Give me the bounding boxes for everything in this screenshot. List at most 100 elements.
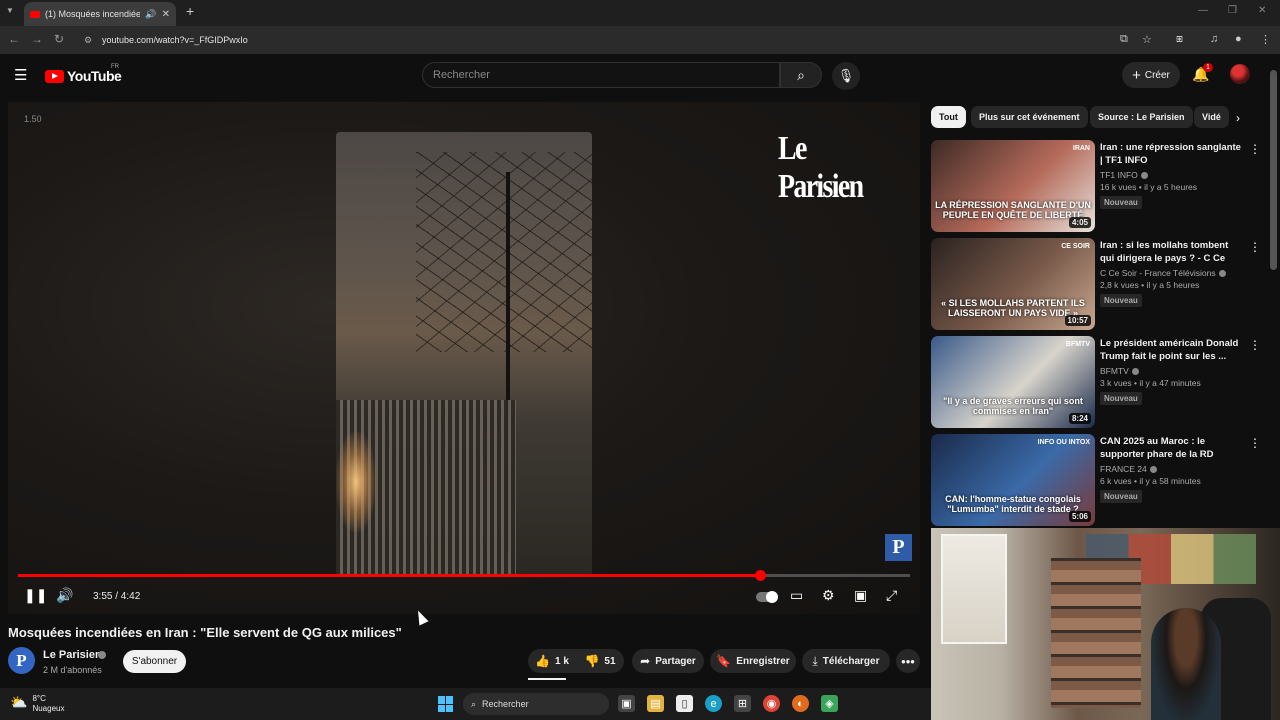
video-thumbnail[interactable]: IRAN LA RÉPRESSION SANGLANTE D'UN PEUPLE … (931, 140, 1095, 232)
close-window-icon[interactable]: ✕ (1258, 5, 1266, 16)
media-icon[interactable]: ♫ (1210, 33, 1218, 45)
speaker-icon[interactable]: 🔊 (145, 9, 156, 20)
recommended-video[interactable]: CE SOIR « SI LES MOLLAHS PARTENT ILS LAIS… (931, 238, 1266, 330)
region-code: FR (111, 64, 119, 70)
close-tab-icon[interactable]: ✕ (162, 9, 170, 20)
kebab-menu-icon[interactable]: ⋮ (1249, 436, 1261, 450)
autoplay-toggle[interactable] (756, 591, 778, 603)
notepad-icon[interactable]: ▯ (676, 695, 693, 712)
maximize-icon[interactable]: ❐ (1228, 5, 1237, 16)
channel-avatar[interactable]: P (8, 647, 35, 674)
recommended-video[interactable]: INFO OU INTOX CAN: l'homme-statue congola… (931, 434, 1266, 526)
hamburger-menu-icon[interactable]: ☰ (14, 66, 27, 84)
thumbnail-channel-tag: IRAN (1072, 145, 1090, 152)
minimize-icon[interactable]: — (1198, 5, 1208, 16)
share-button[interactable]: ➦ Partager (632, 649, 704, 673)
cast-icon[interactable]: ⧉ (1120, 33, 1128, 46)
task-view-icon[interactable]: ▣ (618, 695, 635, 712)
chip-videos[interactable]: Vidé (1194, 106, 1229, 128)
taskbar-search[interactable]: ⌕ Rechercher (463, 693, 609, 715)
app-icon[interactable]: ◈ (821, 695, 838, 712)
video-thumbnail[interactable]: BFMTV "Il y a de graves erreurs qui sont … (931, 336, 1095, 428)
cloud-weather-icon: ⛅ (10, 694, 28, 710)
download-button[interactable]: ⤓ Télécharger (802, 649, 890, 673)
more-actions-button[interactable]: ••• (896, 649, 920, 673)
verified-check-icon (98, 651, 106, 659)
kebab-menu-icon[interactable]: ⋮ (1249, 338, 1261, 352)
subtitles-icon[interactable]: ▭ (790, 587, 803, 604)
firefox-icon[interactable]: ◐ (792, 695, 809, 712)
video-thumbnail[interactable]: CE SOIR « SI LES MOLLAHS PARTENT ILS LAIS… (931, 238, 1095, 330)
volume-icon[interactable]: 🔊 (56, 587, 73, 604)
site-info-icon[interactable]: ⚙ (84, 35, 92, 46)
save-button[interactable]: 🔖 Enregistrer (710, 649, 796, 673)
share-label: Partager (655, 655, 696, 667)
recommended-video-title[interactable]: Iran : une répression sanglante | TF1 IN… (1100, 141, 1242, 167)
forward-icon[interactable]: → (31, 32, 43, 46)
thumbnail-caption: "Il y a de graves erreurs qui sont commi… (943, 396, 1083, 416)
recommended-channel-name[interactable]: TF1 INFO (1100, 170, 1138, 180)
kebab-menu-icon[interactable]: ⋮ (1249, 240, 1261, 254)
back-icon[interactable]: ← (8, 32, 20, 46)
recommended-channel-name[interactable]: C Ce Soir - France Télévisions (1100, 268, 1216, 278)
share-icon: ➦ (640, 654, 651, 668)
new-badge: Nouveau (1100, 490, 1142, 503)
recommended-channel-name[interactable]: FRANCE 24 (1100, 464, 1147, 474)
like-button[interactable]: 👍 1 k (528, 649, 576, 673)
reload-icon[interactable]: ↻ (54, 32, 64, 46)
url-field[interactable]: youtube.com/watch?v=_FfGIDPwxIo (78, 29, 1258, 51)
store-icon[interactable]: ⊞ (734, 695, 751, 712)
settings-gear-icon[interactable]: ⚙ (822, 587, 835, 604)
weather-widget[interactable]: ⛅ 8°C Nuageux (10, 694, 64, 714)
voice-search-button[interactable]: 🎙 (832, 62, 860, 90)
subscribe-button[interactable]: S'abonner (123, 650, 186, 673)
youtube-logo[interactable]: YouTube FR (45, 64, 122, 84)
recommended-video-title[interactable]: Le président américain Donald Trump fait… (1100, 337, 1242, 363)
channel-branding-badge[interactable]: P (885, 534, 912, 561)
chip-all[interactable]: Tout (931, 106, 966, 128)
webcam-window (941, 534, 1007, 644)
recommended-video-title[interactable]: Iran : si les mollahs tombent qui dirige… (1100, 239, 1242, 265)
recommended-channel-name[interactable]: BFMTV (1100, 366, 1129, 376)
channel-name[interactable]: Le Parisien (43, 649, 102, 661)
video-player[interactable]: 1.50 Le Parisien P ❚❚ 🔊 3:55 / 4:42 ▭ ⚙ … (8, 102, 920, 614)
video-thumbnail[interactable]: INFO OU INTOX CAN: l'homme-statue congola… (931, 434, 1095, 526)
create-button[interactable]: + Créer (1122, 62, 1180, 88)
windows-taskbar: ⛅ 8°C Nuageux ⌕ Rechercher ▣ ▤ ▯ e ⊞ ◉ ◐… (0, 688, 931, 720)
dislike-button[interactable]: 👎 51 (576, 649, 624, 673)
new-tab-button[interactable]: + (186, 3, 194, 19)
kebab-menu-icon[interactable]: ⋮ (1260, 33, 1271, 46)
recommended-video-title[interactable]: CAN 2025 au Maroc : le supporter phare d… (1100, 435, 1242, 461)
profile-icon[interactable]: ● (1235, 33, 1242, 45)
chip-source[interactable]: Source : Le Parisien (1090, 106, 1193, 128)
recommended-video[interactable]: BFMTV "Il y a de graves erreurs qui sont … (931, 336, 1266, 428)
chrome-icon[interactable]: ◉ (763, 695, 780, 712)
sidebar-scrollbar[interactable] (1270, 70, 1277, 270)
chevron-right-icon[interactable]: › (1236, 111, 1240, 125)
verified-check-icon (1218, 269, 1226, 277)
extensions-icon[interactable]: ⧆ (1176, 33, 1183, 46)
kebab-menu-icon[interactable]: ⋮ (1249, 142, 1261, 156)
chip-more-on-event[interactable]: Plus sur cet événement (971, 106, 1088, 128)
tab-search-icon[interactable]: ▼ (6, 6, 14, 15)
search-button[interactable]: ⌕ (780, 62, 822, 88)
pause-icon[interactable]: ❚❚ (24, 587, 47, 604)
account-avatar[interactable] (1230, 64, 1250, 84)
logo-text: YouTube (67, 68, 122, 84)
recommended-video[interactable]: IRAN LA RÉPRESSION SANGLANTE D'UN PEUPLE … (931, 140, 1266, 232)
progress-bar[interactable] (18, 570, 910, 581)
file-explorer-icon[interactable]: ▤ (647, 695, 664, 712)
progress-scrubber[interactable] (755, 570, 767, 581)
windows-start-icon[interactable] (438, 696, 454, 712)
browser-tab[interactable]: (1) Mosquées incendiées en Iran : "Elle … (24, 2, 176, 26)
microphone-icon: 🎙 (837, 68, 855, 83)
weather-temperature: 8°C (32, 694, 46, 703)
thumbnail-channel-tag: INFO OU INTOX (1037, 439, 1090, 446)
search-placeholder: Rechercher (433, 69, 490, 81)
bookmark-star-icon[interactable]: ☆ (1142, 33, 1152, 46)
edge-icon[interactable]: e (705, 695, 722, 712)
search-input[interactable]: Rechercher (422, 62, 780, 88)
theater-mode-icon[interactable]: ▣ (854, 587, 867, 604)
fullscreen-icon[interactable]: ⤢ (886, 587, 897, 604)
webcam-shelf (1051, 558, 1141, 708)
